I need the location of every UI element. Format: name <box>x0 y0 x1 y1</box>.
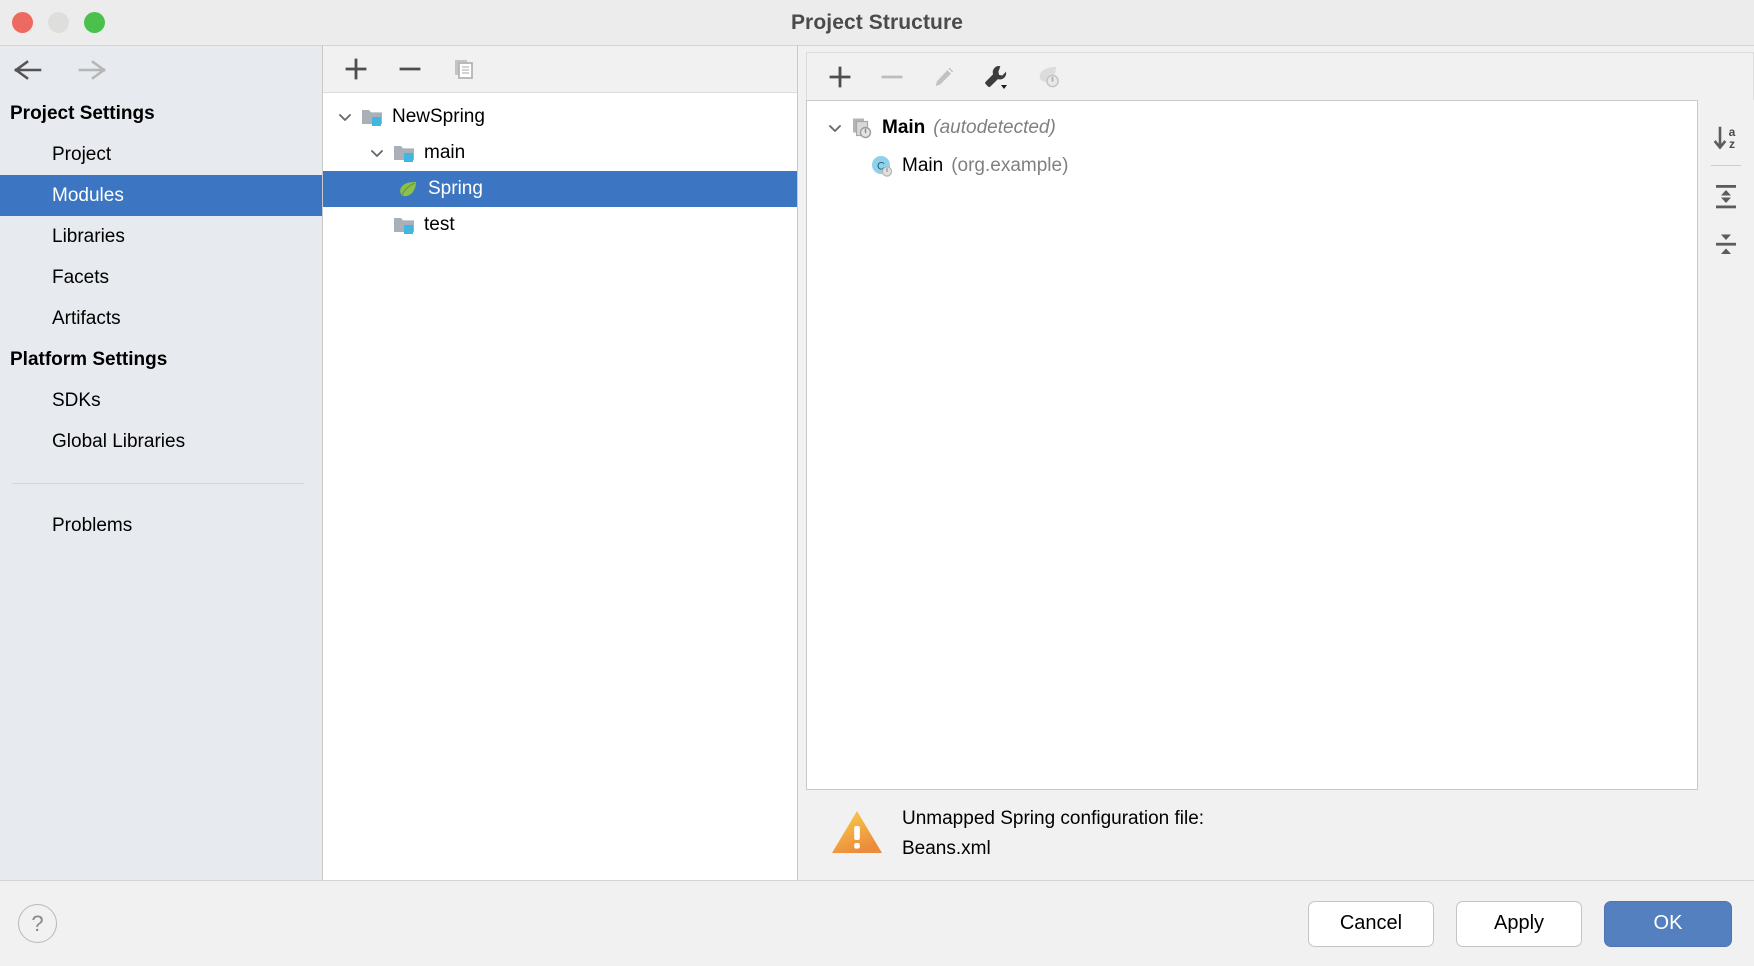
expand-all-button[interactable] <box>1704 172 1748 220</box>
tree-item-label: main <box>424 142 466 163</box>
spring-leaf-icon <box>395 179 421 199</box>
facets-tree: Main (autodetected) C Main (org.example) <box>806 100 1698 790</box>
sidebar-item-facets[interactable]: Facets <box>0 257 322 298</box>
settings-sidebar: Project Settings Project Modules Librari… <box>0 46 323 880</box>
tree-item-label: NewSpring <box>392 106 485 127</box>
apply-button[interactable]: Apply <box>1456 900 1582 947</box>
sidebar-group-platform-settings: Platform Settings <box>10 349 168 370</box>
title-bar: Project Structure <box>0 0 1754 45</box>
facets-inner: Main (autodetected) C Main (org.example)… <box>798 46 1754 880</box>
warning-line-1: Unmapped Spring configuration file: <box>902 808 1205 829</box>
modules-tree: NewSpring main Spring test <box>323 93 797 880</box>
facet-annotation: (autodetected) <box>933 117 1056 138</box>
sidebar-item-global-libraries[interactable]: Global Libraries <box>0 421 322 462</box>
tree-row[interactable]: Spring <box>323 171 797 207</box>
tree-row[interactable]: test <box>323 207 797 243</box>
tree-row[interactable]: NewSpring <box>323 99 797 135</box>
traffic-lights <box>12 0 105 45</box>
side-toolbar-divider <box>1711 165 1741 166</box>
sort-alphabetically-button[interactable]: a z <box>1704 114 1748 162</box>
sidebar-group-project-settings: Project Settings <box>10 103 155 124</box>
chevron-down-icon[interactable] <box>821 120 849 136</box>
sidebar-item-problems[interactable]: Problems <box>0 505 322 546</box>
modules-panel: NewSpring main Spring test <box>323 46 798 880</box>
chevron-down-icon[interactable] <box>363 145 391 161</box>
page-title: Project Structure <box>790 10 964 34</box>
sidebar-divider <box>12 483 304 484</box>
zoom-window-button[interactable] <box>84 12 105 33</box>
test-folder-icon <box>391 215 417 235</box>
facet-name: Main <box>902 155 944 176</box>
facet-row[interactable]: Main (autodetected) <box>807 109 1697 147</box>
warning-triangle-icon <box>830 808 884 861</box>
sidebar-item-artifacts[interactable]: Artifacts <box>0 298 322 339</box>
remove-facet-button[interactable] <box>877 62 907 92</box>
sidebar-item-libraries[interactable]: Libraries <box>0 216 322 257</box>
facets-main: Main (autodetected) C Main (org.example)… <box>806 100 1754 790</box>
facets-toolbar <box>806 52 1754 100</box>
help-button[interactable]: ? <box>18 904 57 943</box>
svg-text:z: z <box>1729 137 1735 151</box>
module-folder-icon <box>359 107 385 127</box>
tree-item-label: test <box>424 214 455 235</box>
cancel-button[interactable]: Cancel <box>1308 900 1434 947</box>
collapse-all-button[interactable] <box>1704 220 1748 268</box>
sidebar-navigation <box>0 46 322 93</box>
modules-toolbar <box>323 46 797 93</box>
add-module-button[interactable] <box>341 54 371 84</box>
warning-line-2: Beans.xml <box>902 838 991 859</box>
sidebar-item-sdks[interactable]: SDKs <box>0 380 322 421</box>
dialog-footer: ? Cancel Apply OK <box>0 880 1754 966</box>
edit-facet-button[interactable] <box>929 62 959 92</box>
java-class-icon: C <box>869 154 895 178</box>
add-facet-button[interactable] <box>825 62 855 92</box>
dialog-body: Project Settings Project Modules Librari… <box>0 45 1754 880</box>
remove-module-button[interactable] <box>395 54 425 84</box>
forward-arrow-icon[interactable] <box>72 51 112 89</box>
project-structure-dialog: Project Structure Project Settings Proje… <box>0 0 1754 966</box>
close-window-button[interactable] <box>12 12 33 33</box>
facet-row[interactable]: C Main (org.example) <box>807 147 1697 185</box>
sidebar-item-project[interactable]: Project <box>0 134 322 175</box>
spring-context-icon <box>849 117 875 139</box>
copy-module-button[interactable] <box>449 54 479 84</box>
spring-gear-icon[interactable] <box>1033 62 1063 92</box>
facets-side-toolbar: a z <box>1698 100 1754 790</box>
configure-facet-button[interactable] <box>981 62 1011 92</box>
chevron-down-icon[interactable] <box>331 109 359 125</box>
facets-panel: Main (autodetected) C Main (org.example)… <box>798 46 1754 880</box>
tree-item-label: Spring <box>428 178 483 199</box>
minimize-window-button[interactable] <box>48 12 69 33</box>
tree-row[interactable]: main <box>323 135 797 171</box>
facet-package: (org.example) <box>951 155 1069 176</box>
warning-message: Unmapped Spring configuration file: Bean… <box>806 790 1754 880</box>
sidebar-item-modules[interactable]: Modules <box>0 175 322 216</box>
ok-button[interactable]: OK <box>1604 900 1732 947</box>
back-arrow-icon[interactable] <box>8 51 48 89</box>
facet-name: Main <box>882 117 926 138</box>
source-folder-icon <box>391 143 417 163</box>
warning-text: Unmapped Spring configuration file: Bean… <box>902 804 1204 864</box>
